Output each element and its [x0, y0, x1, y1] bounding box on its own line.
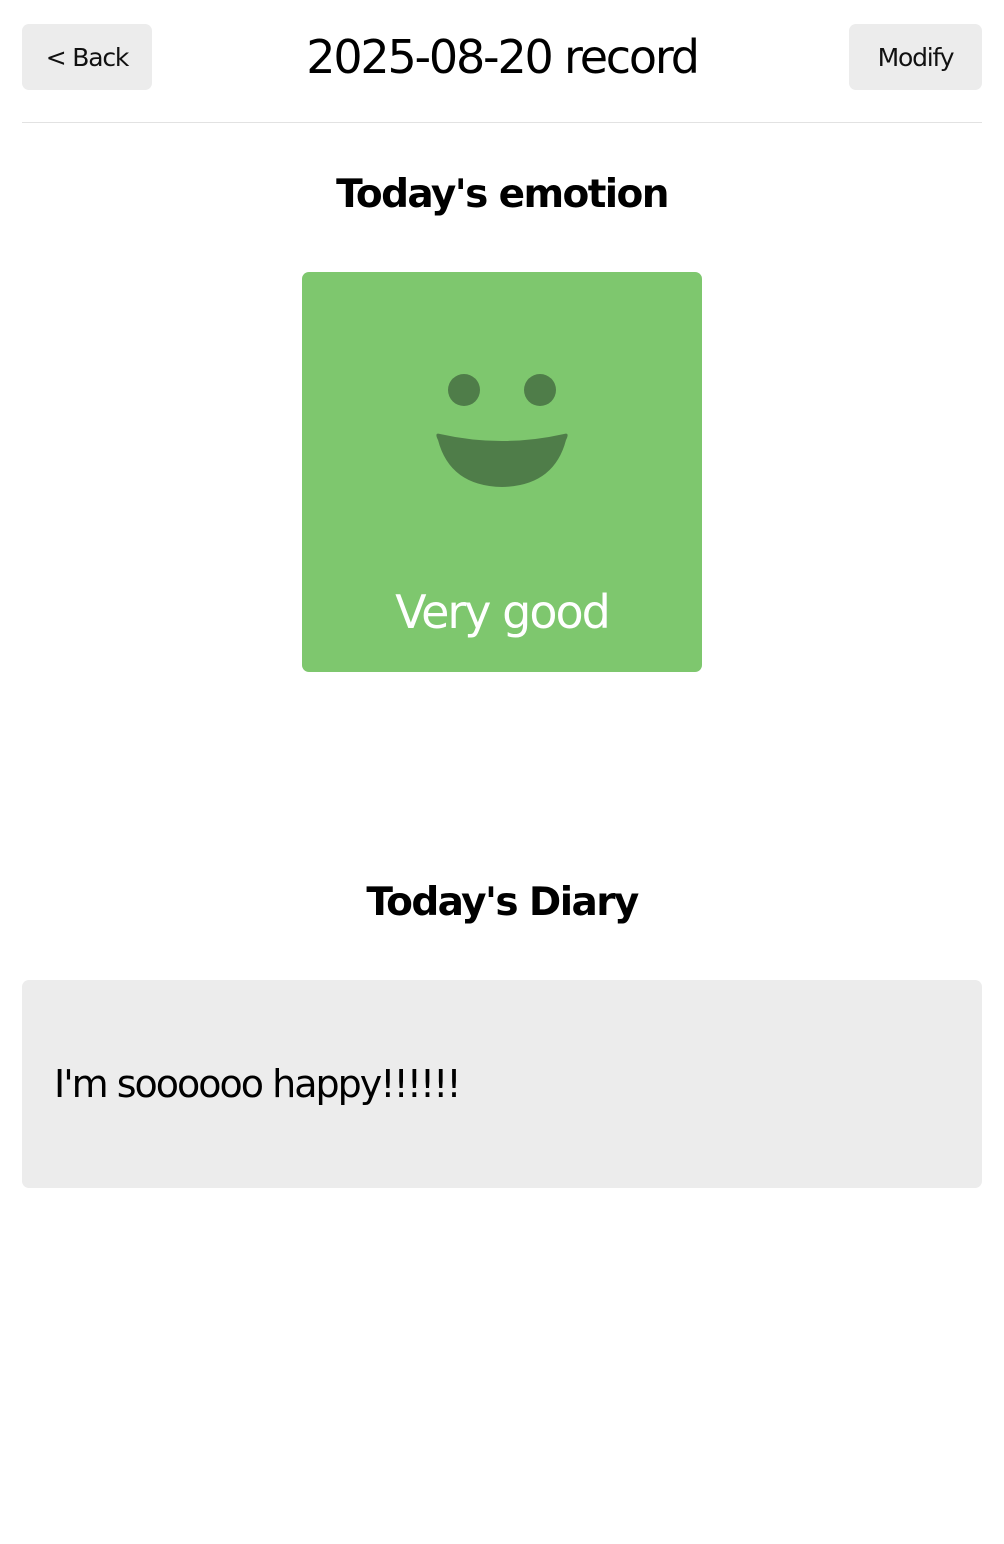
header-bar: < Back 2025-08-20 record Modify	[22, 0, 982, 123]
diary-text: I'm soooooo happy!!!!!!	[54, 1062, 462, 1106]
emotion-section-title: Today's emotion	[336, 172, 669, 217]
diary-section-title: Today's Diary	[366, 880, 639, 925]
emotion-label: Very good	[395, 585, 611, 639]
page-title: 2025-08-20 record	[306, 30, 700, 84]
mouth	[436, 433, 568, 487]
diary-content-box: I'm soooooo happy!!!!!!	[22, 980, 982, 1188]
left-eye	[448, 374, 480, 406]
modify-button-label: Modify	[877, 42, 955, 72]
smiling-face-icon	[436, 374, 568, 487]
modify-button[interactable]: Modify	[849, 24, 982, 90]
emotion-card: Very good	[302, 272, 702, 672]
right-eye	[524, 374, 556, 406]
